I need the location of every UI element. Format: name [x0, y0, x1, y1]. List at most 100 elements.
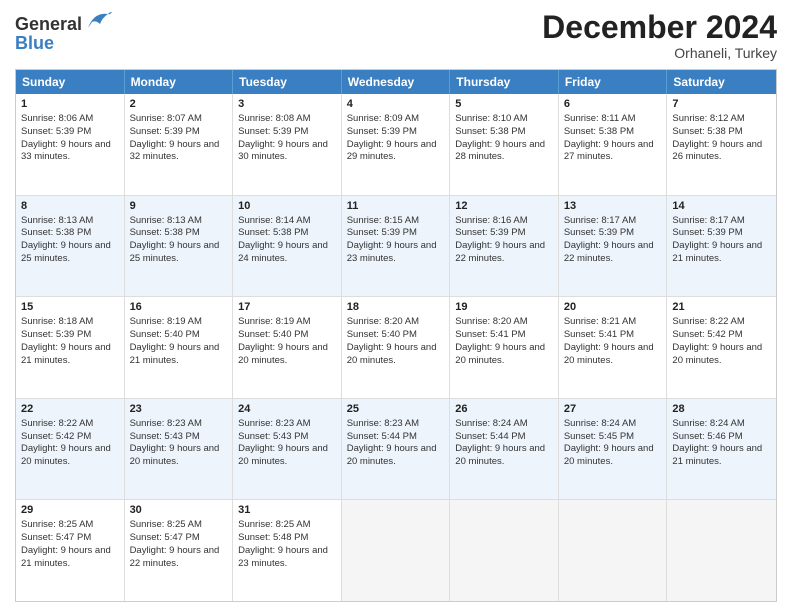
day-number: 29 [21, 503, 119, 518]
sunrise-label: Sunrise: 8:14 AM [238, 215, 310, 226]
day-cell-13: 13Sunrise: 8:17 AMSunset: 5:39 PMDayligh… [559, 196, 668, 297]
logo: General Blue [15, 10, 112, 54]
day-cell-25: 25Sunrise: 8:23 AMSunset: 5:44 PMDayligh… [342, 399, 451, 500]
day-number: 12 [455, 199, 553, 214]
sunset-label: Sunset: 5:39 PM [564, 227, 634, 238]
sunset-label: Sunset: 5:47 PM [130, 532, 200, 543]
sunrise-label: Sunrise: 8:08 AM [238, 113, 310, 124]
day-cell-4: 4Sunrise: 8:09 AMSunset: 5:39 PMDaylight… [342, 94, 451, 195]
daylight-label: Daylight: 9 hours and 20 minutes. [455, 443, 545, 467]
day-number: 23 [130, 402, 228, 417]
sunset-label: Sunset: 5:44 PM [347, 431, 417, 442]
day-cell-26: 26Sunrise: 8:24 AMSunset: 5:44 PMDayligh… [450, 399, 559, 500]
sunrise-label: Sunrise: 8:17 AM [564, 215, 636, 226]
daylight-label: Daylight: 9 hours and 30 minutes. [238, 139, 328, 163]
week-row-3: 15Sunrise: 8:18 AM Sunset: 5:39 PM Dayligh… [16, 296, 776, 398]
daylight-label: Daylight: 9 hours and 22 minutes. [564, 240, 654, 264]
sunset-label: Sunset: 5:48 PM [238, 532, 308, 543]
day-cell-9: 9Sunrise: 8:13 AMSunset: 5:38 PMDaylight… [125, 196, 234, 297]
sunrise-label: Sunrise: 8:22 AM [672, 316, 744, 327]
day-cell-30: 30Sunrise: 8:25 AMSunset: 5:47 PMDayligh… [125, 500, 234, 601]
day-cell-12: 12Sunrise: 8:16 AMSunset: 5:39 PMDayligh… [450, 196, 559, 297]
daylight-label: Daylight: 9 hours and 23 minutes. [347, 240, 437, 264]
empty-cell [450, 500, 559, 601]
sunrise-label: Sunrise: 8:20 AM [347, 316, 419, 327]
daylight-label: Daylight: 9 hours and 20 minutes. [455, 342, 545, 366]
sunrise-label: Sunrise: 8:20 AM [455, 316, 527, 327]
day-number: 14 [672, 199, 771, 214]
daylight-label: Daylight: 9 hours and 33 minutes. [21, 139, 111, 163]
week-row-4: 22Sunrise: 8:22 AMSunset: 5:42 PMDayligh… [16, 398, 776, 500]
calendar-body: 1Sunrise: 8:06 AMSunset: 5:39 PMDaylight… [16, 94, 776, 601]
day-cell-24: 24Sunrise: 8:23 AMSunset: 5:43 PMDayligh… [233, 399, 342, 500]
sunrise-label: Sunrise: 8:24 AM [455, 418, 527, 429]
sunrise-label: Sunrise: 8:16 AM [455, 215, 527, 226]
daylight-label: Daylight: 9 hours and 26 minutes. [672, 139, 762, 163]
day-header-thursday: Thursday [450, 70, 559, 94]
sunset-label: Sunset: 5:39 PM [130, 126, 200, 137]
sunrise-label: Sunrise: 8:19 AM [238, 316, 310, 327]
day-header-friday: Friday [559, 70, 668, 94]
sunrise-label: Sunrise: 8:09 AM [347, 113, 419, 124]
sunrise-label: Sunrise: 8:25 AM [130, 519, 202, 530]
sunset-label: Sunset: 5:42 PM [21, 431, 91, 442]
sunrise-label: Sunrise: 8:13 AM [130, 215, 202, 226]
day-cell-15: 15Sunrise: 8:18 AMSunset: 5:39 PMDayligh… [16, 297, 125, 398]
sunrise-label: Sunrise: 8:11 AM [564, 113, 636, 124]
sunrise-label: Sunrise: 8:18 AM [21, 316, 93, 327]
day-cell-28: 28Sunrise: 8:24 AMSunset: 5:46 PMDayligh… [667, 399, 776, 500]
daylight-label: Daylight: 9 hours and 20 minutes. [347, 443, 437, 467]
daylight-label: Daylight: 9 hours and 27 minutes. [564, 139, 654, 163]
day-number: 27 [564, 402, 662, 417]
sunset-label: Sunset: 5:38 PM [564, 126, 634, 137]
day-cell-6: 6Sunrise: 8:11 AM Sunset: 5:38 PM Daylight… [559, 94, 668, 195]
day-number: 10 [238, 199, 336, 214]
day-cell-7: 7Sunrise: 8:12 AMSunset: 5:38 PMDaylight… [667, 94, 776, 195]
day-number: 26 [455, 402, 553, 417]
calendar-header: SundayMondayTuesdayWednesdayThursdayFrid… [16, 70, 776, 94]
day-cell-16: 16Sunrise: 8:19 AMSunset: 5:40 PMDayligh… [125, 297, 234, 398]
sunrise-label: Sunrise: 8:19 AM [130, 316, 202, 327]
sunset-label: Sunset: 5:39 PM [21, 329, 91, 340]
sunset-label: Sunset: 5:39 PM [672, 227, 742, 238]
daylight-label: Daylight: 9 hours and 20 minutes. [21, 443, 111, 467]
daylight-label: Daylight: 9 hours and 20 minutes. [347, 342, 437, 366]
sunset-label: Sunset: 5:39 PM [347, 227, 417, 238]
daylight-label: Daylight: 9 hours and 24 minutes. [238, 240, 328, 264]
day-cell-3: 3Sunrise: 8:08 AMSunset: 5:39 PMDaylight… [233, 94, 342, 195]
day-number: 3 [238, 97, 336, 112]
sunset-label: Sunset: 5:43 PM [130, 431, 200, 442]
sunset-label: Sunset: 5:43 PM [238, 431, 308, 442]
sunset-label: Sunset: 5:40 PM [130, 329, 200, 340]
daylight-label: Daylight: 9 hours and 20 minutes. [564, 443, 654, 467]
day-number: 15 [21, 300, 119, 315]
day-number: 9 [130, 199, 228, 214]
daylight-label: Daylight: 9 hours and 25 minutes. [21, 240, 111, 264]
sunrise-label: Sunrise: 8:23 AM [130, 418, 202, 429]
day-number: 21 [672, 300, 771, 315]
day-cell-20: 20Sunrise: 8:21 AMSunset: 5:41 PMDayligh… [559, 297, 668, 398]
empty-cell [559, 500, 668, 601]
day-number: 6 [564, 97, 662, 112]
day-number: 11 [347, 199, 445, 214]
daylight-label: Daylight: 9 hours and 22 minutes. [455, 240, 545, 264]
sunset-label: Sunset: 5:38 PM [21, 227, 91, 238]
location: Orhaneli, Turkey [542, 45, 777, 61]
day-cell-29: 29Sunrise: 8:25 AMSunset: 5:47 PMDayligh… [16, 500, 125, 601]
day-cell-18: 18Sunrise: 8:20 AMSunset: 5:40 PMDayligh… [342, 297, 451, 398]
sunrise-label: Sunrise: 8:25 AM [238, 519, 310, 530]
month-title: December 2024 [542, 10, 777, 45]
sunrise-label: Sunrise: 8:13 AM [21, 215, 93, 226]
sunrise-label: Sunrise: 8:12 AM [672, 113, 744, 124]
sunrise-label: Sunrise: 8:25 AM [21, 519, 93, 530]
sunset-label: Sunset: 5:46 PM [672, 431, 742, 442]
sunrise-label: Sunrise: 8:23 AM [238, 418, 310, 429]
sunset-label: Sunset: 5:39 PM [347, 126, 417, 137]
day-number: 22 [21, 402, 119, 417]
week-row-2: 8Sunrise: 8:13 AMSunset: 5:38 PMDaylight… [16, 195, 776, 297]
day-number: 4 [347, 97, 445, 112]
day-cell-23: 23Sunrise: 8:23 AMSunset: 5:43 PMDayligh… [125, 399, 234, 500]
day-cell-22: 22Sunrise: 8:22 AMSunset: 5:42 PMDayligh… [16, 399, 125, 500]
day-number: 18 [347, 300, 445, 315]
sunset-label: Sunset: 5:40 PM [238, 329, 308, 340]
